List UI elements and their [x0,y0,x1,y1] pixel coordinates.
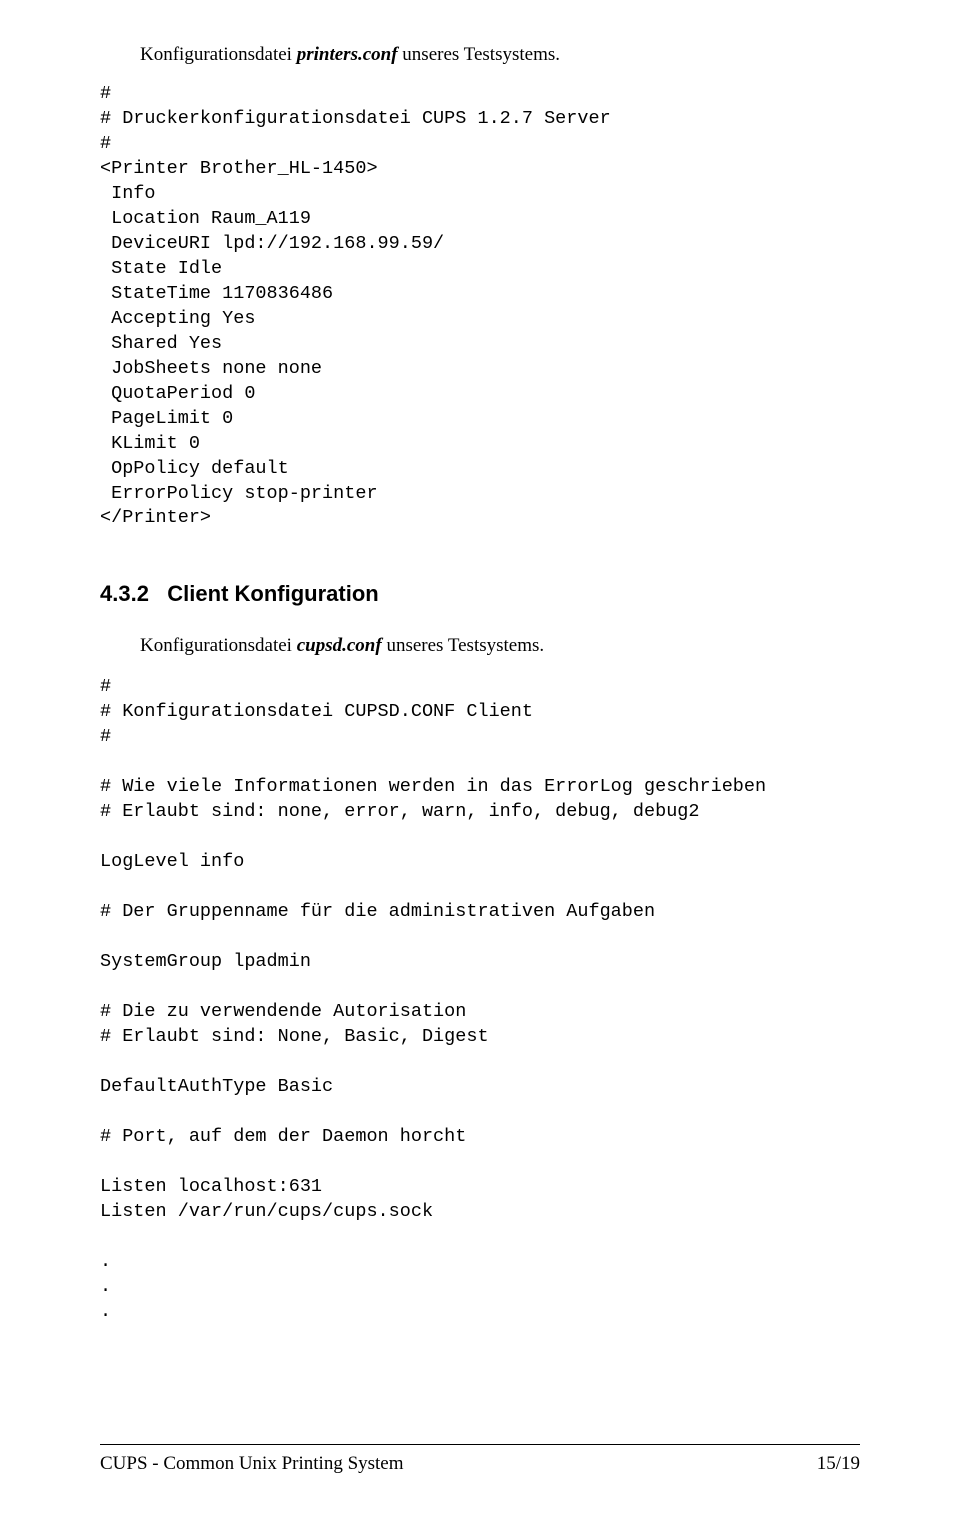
section-heading: 4.3.2 Client Konfiguration [100,581,860,607]
intro2-plain: Konfigurationsdatei [140,635,297,656]
code-block-cupsd-conf: # # Konfigurationsdatei CUPSD.CONF Clien… [100,675,860,1324]
footer-title: CUPS - Common Unix Printing System [100,1453,404,1475]
config-intro-1: Konfigurationsdatei printers.conf unsere… [140,44,860,66]
section-title: Client Konfiguration [167,581,378,606]
section-number: 4.3.2 [100,581,149,606]
config-intro-2: Konfigurationsdatei cupsd.conf unseres T… [140,635,860,657]
intro2-filename: cupsd.conf [297,635,382,656]
intro1-plain: Konfigurationsdatei [140,44,297,65]
code-block-printers-conf: # # Druckerkonfigurationsdatei CUPS 1.2.… [100,82,860,531]
intro1-filename: printers.conf [297,44,398,65]
page-footer: CUPS - Common Unix Printing System 15/19 [100,1453,860,1475]
intro1-tail: unseres Testsystems. [398,44,560,65]
footer-page-number: 15/19 [817,1453,860,1475]
footer-rule [100,1444,860,1445]
intro2-tail: unseres Testsystems. [382,635,544,656]
